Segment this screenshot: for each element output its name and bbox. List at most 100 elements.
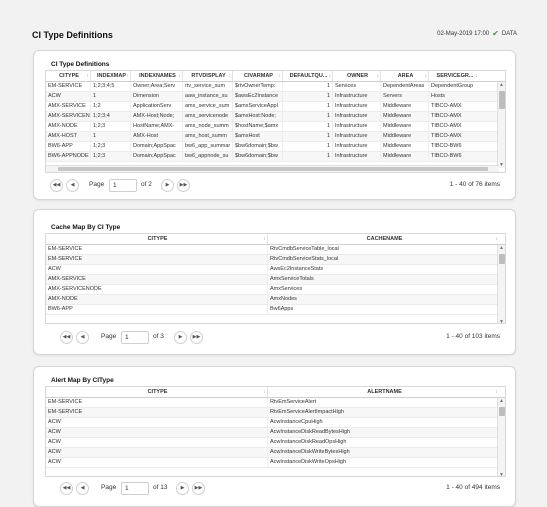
column-header[interactable]: DEFAULTQU... ↕ — [283, 71, 333, 81]
table-row[interactable]: AMX-SERVICE 1;2 ApplicationServ amx_service… — [46, 102, 505, 112]
table-row[interactable]: ACW AwsEc2InstanceStats — [46, 265, 505, 275]
table-row[interactable]: ACW AcwInstanceDiskWriteBytesHigh — [46, 448, 505, 458]
first-page-button[interactable]: ◀◀ — [60, 331, 73, 344]
grid-header: CITYPE ↕ ALERTNAME ↕ — [46, 387, 505, 398]
table-row[interactable]: AMX-SERVICE AmxServiceTotals — [46, 275, 505, 285]
scroll-thumb[interactable] — [499, 91, 505, 109]
column-header[interactable]: INDEXNAMES ↕ — [131, 71, 183, 81]
table-cell: Dimension — [131, 92, 183, 101]
horizontal-scrollbar[interactable] — [46, 165, 499, 172]
table-row[interactable]: EM-SERVICE RtvCmdbServiceStats_local — [46, 255, 505, 265]
sort-icon[interactable]: ↕ — [264, 387, 267, 397]
table-cell: TIBCO-AMX — [431, 103, 462, 109]
scroll-down-icon[interactable]: ▼ — [499, 472, 504, 476]
table-row[interactable]: AMX-NODE 1;2;3 HostName;AMX-amx_node_summ $… — [46, 122, 505, 132]
scroll-up-icon[interactable]: ▲ — [499, 82, 504, 88]
table-row[interactable]: BW6-APPNODE 1;2;3 Domain;AppSpac bw6_appnod… — [46, 152, 505, 162]
column-header[interactable]: CACHENAME ↕ — [268, 234, 499, 244]
last-page-button[interactable]: ▶▶ — [190, 331, 203, 344]
table-row[interactable]: AMX-SERVICENODE AmxServices — [46, 285, 505, 295]
scroll-down-icon[interactable]: ▼ — [499, 319, 504, 323]
table-row[interactable]: ACW AcwInstanceDiskReadOpsHigh — [46, 438, 505, 448]
sort-icon[interactable]: ↕ — [87, 71, 90, 81]
column-header[interactable]: SERVICEGR... ↕ — [429, 71, 479, 81]
table-row[interactable]: EM-SERVICE 1;2;3;4;5 Owner;Area;Serv rtv_se… — [46, 82, 505, 92]
scroll-thumb[interactable] — [499, 254, 505, 264]
prev-page-button[interactable]: ◀ — [76, 331, 89, 344]
vertical-scrollbar[interactable]: ▲ ▼ — [497, 398, 505, 476]
table-row[interactable]: BW6-APP Bw6Apps — [46, 305, 505, 315]
column-header[interactable]: ALERTNAME ↕ — [268, 387, 499, 397]
table-row[interactable]: AMX-NODE AmxNodes — [46, 295, 505, 305]
sort-icon[interactable]: ↕ — [127, 71, 130, 81]
table-cell: RtvCmdbServiceStats_local — [270, 256, 339, 262]
page-input[interactable]: 1 — [121, 482, 149, 495]
sort-icon[interactable]: ↕ — [425, 71, 428, 81]
column-header[interactable]: CITYPE ↕ — [46, 71, 91, 81]
last-page-button[interactable]: ▶▶ — [192, 482, 205, 495]
sort-icon[interactable]: ↕ — [496, 234, 499, 244]
sort-icon[interactable]: ↕ — [329, 71, 332, 81]
scroll-down-icon[interactable]: ▼ — [499, 162, 504, 168]
prev-page-button[interactable]: ◀ — [76, 482, 89, 495]
first-page-button[interactable]: ◀◀ — [50, 179, 63, 192]
first-page-button[interactable]: ◀◀ — [60, 482, 73, 495]
next-page-icon: ▶ — [165, 182, 170, 188]
scroll-thumb[interactable] — [499, 407, 505, 416]
column-header[interactable]: INDEXMAP ↕ — [91, 71, 131, 81]
table-cell: Services — [333, 82, 381, 91]
page-count: of 3 — [153, 333, 164, 340]
scroll-up-icon[interactable]: ▲ — [499, 398, 504, 404]
scroll-up-icon[interactable]: ▲ — [499, 245, 504, 251]
table-cell: TIBCO-BW6 — [431, 153, 462, 159]
last-page-button[interactable]: ▶▶ — [177, 179, 190, 192]
table-row[interactable]: ACW 1 Dimension aaw_instance_su $awsEc2Insta… — [46, 92, 505, 102]
page-input[interactable]: 1 — [109, 179, 137, 192]
sort-icon[interactable]: ↕ — [476, 71, 479, 81]
next-page-button[interactable]: ▶ — [161, 179, 174, 192]
sort-icon[interactable]: ↕ — [496, 387, 499, 397]
column-header[interactable]: AREA ↕ — [381, 71, 429, 81]
table-row[interactable]: EM-SERVICE RtvCmdbServiceTable_local — [46, 245, 505, 255]
vertical-scrollbar[interactable]: ▲ ▼ — [497, 245, 505, 323]
grid-body: EM-SERVICE RtvEmServiceAlert EM-SERVICE Rtv… — [46, 398, 505, 468]
page-input[interactable]: 1 — [121, 331, 149, 344]
table-cell: Middleware — [381, 102, 429, 111]
scroll-thumb[interactable] — [58, 167, 488, 171]
table-row[interactable]: AMX-SERVICEN 1;2;3;4 AMX-Host;Node; amx_ser… — [46, 112, 505, 122]
column-header[interactable]: CITYPE ↕ — [46, 387, 268, 397]
table-cell: Middleware — [381, 132, 429, 141]
table-cell: RtvEmServiceAlertImpactHigh — [270, 409, 344, 415]
next-page-icon: ▶ — [178, 334, 183, 340]
table-cell: Infrastructure — [333, 132, 381, 141]
table-row[interactable]: EM-SERVICE RtvEmServiceAlert — [46, 398, 505, 408]
column-header[interactable]: OWNER ↕ — [333, 71, 381, 81]
table-row[interactable]: ACW AcwInstanceDiskReadBytesHigh — [46, 428, 505, 438]
sort-icon[interactable]: ↕ — [279, 71, 282, 81]
next-page-button[interactable]: ▶ — [174, 331, 187, 344]
sort-icon[interactable]: ↕ — [179, 71, 182, 81]
table-cell: rtv_service_sum — [183, 82, 233, 91]
sort-icon[interactable]: ↕ — [264, 234, 267, 244]
table-row[interactable]: ACW AcwInstanceDiskWriteOpsHigh — [46, 458, 505, 468]
column-header[interactable]: RTVDISPLAY ↕ — [183, 71, 233, 81]
column-header[interactable]: CITYPE ↕ — [46, 234, 268, 244]
table-cell: Infrastructure — [333, 152, 381, 161]
table-row[interactable]: EM-SERVICE RtvEmServiceAlertImpactHigh — [46, 408, 505, 418]
table-cell: AMX-HOST — [46, 132, 91, 141]
table-cell: amx_servicenode — [183, 112, 233, 121]
table-cell: Infrastructure — [333, 142, 381, 151]
table-row[interactable]: AMX-HOST 1 AMX-Host amx_host_summ $amxHost 1 I… — [46, 132, 505, 142]
next-page-button[interactable]: ▶ — [176, 482, 189, 495]
column-header-label: INDEXMAP — [96, 73, 127, 79]
table-cell: AMX-Host;Node; — [131, 112, 183, 121]
prev-page-button[interactable]: ◀ — [66, 179, 79, 192]
sort-icon[interactable]: ↕ — [229, 71, 232, 81]
vertical-scrollbar[interactable]: ▲ ▼ — [497, 82, 505, 168]
sort-icon[interactable]: ↕ — [377, 71, 380, 81]
table-cell: Hosts — [431, 93, 446, 99]
column-header[interactable]: CIVARMAP ↕ — [233, 71, 283, 81]
table-row[interactable]: BW6-APP 1;2;3 Domain;AppSpac bw6_app_summar… — [46, 142, 505, 152]
table-row[interactable]: ACW AcwInstanceCpuHigh — [46, 418, 505, 428]
pager: ◀◀ ◀ Page 1 of 3 ▶ ▶▶ 1 - 40 of 103 item… — [45, 329, 506, 345]
